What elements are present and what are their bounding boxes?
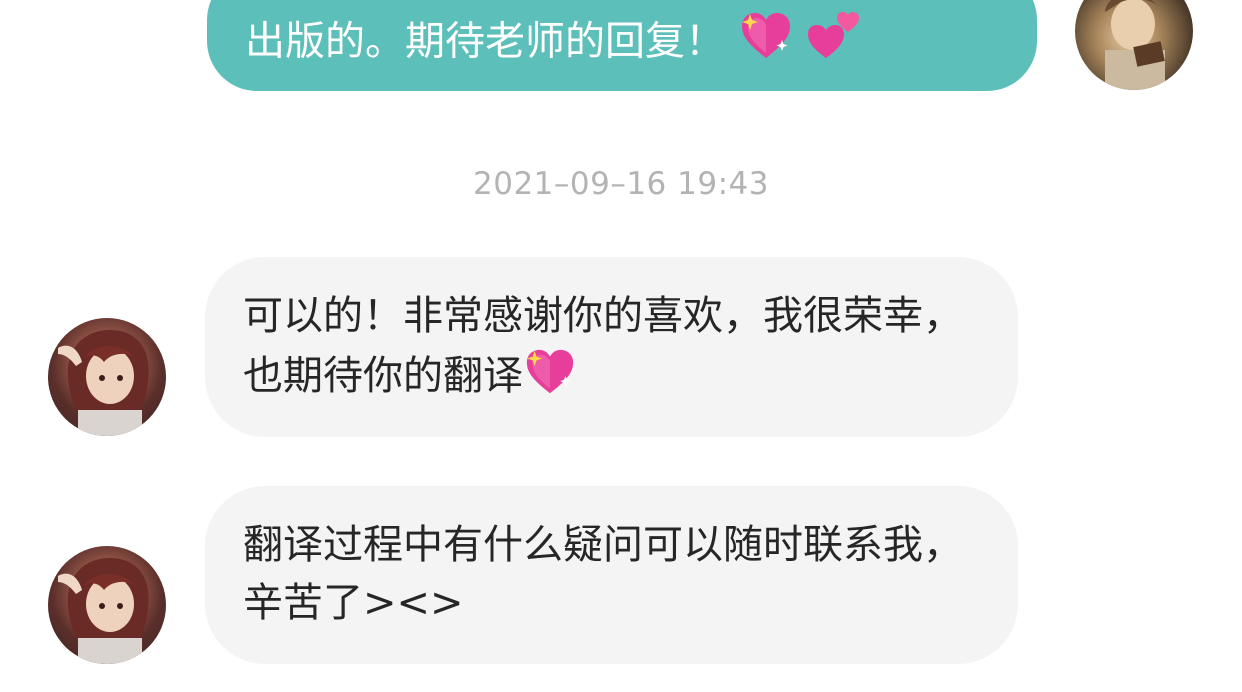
outgoing-message-bubble[interactable]: 出版的。期待老师的回复！ — [207, 0, 1037, 91]
contact-avatar[interactable] — [48, 546, 166, 664]
two-hearts-icon — [806, 8, 862, 79]
incoming-message-text: 可以的！非常感谢你的喜欢，我很荣幸，也期待你的翻译 — [243, 293, 963, 399]
incoming-message-bubble[interactable]: 可以的！非常感谢你的喜欢，我很荣幸，也期待你的翻译 — [205, 257, 1018, 437]
chat-view: 出版的。期待老师的回复！ 2021–09–16 19:43 可以的！非常感谢你的… — [0, 0, 1242, 692]
my-avatar[interactable] — [1075, 0, 1193, 90]
contact-avatar[interactable] — [48, 318, 166, 436]
sparkling-heart-icon — [523, 345, 577, 415]
outgoing-message-content: 出版的。期待老师的回复！ — [245, 8, 862, 79]
outgoing-message-text: 出版的。期待老师的回复！ — [245, 18, 725, 65]
incoming-message-bubble[interactable]: 翻译过程中有什么疑问可以随时联系我，辛苦了><> — [205, 486, 1018, 664]
message-timestamp: 2021–09–16 19:43 — [473, 166, 769, 202]
sparkling-heart-icon — [738, 8, 794, 79]
incoming-message-text: 翻译过程中有什么疑问可以随时联系我，辛苦了><> — [243, 522, 963, 626]
